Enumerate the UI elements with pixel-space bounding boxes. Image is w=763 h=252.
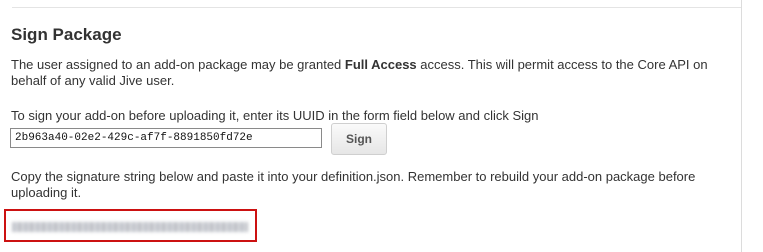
sign-package-panel: Sign Package The user assigned to an add… [0, 0, 742, 252]
divider [12, 7, 741, 8]
sign-instruction: To sign your add-on before uploading it,… [11, 108, 539, 123]
description-prefix: The user assigned to an add-on package m… [11, 57, 345, 72]
section-title: Sign Package [11, 25, 122, 44]
signature-string-blurred [12, 222, 248, 232]
signature-output[interactable] [4, 209, 257, 242]
sign-button[interactable]: Sign [331, 123, 387, 155]
description-bold: Full Access [344, 57, 417, 72]
section-description: The user assigned to an add-on package m… [11, 57, 731, 89]
uuid-input[interactable] [10, 128, 322, 148]
signature-instruction: Copy the signature string below and past… [11, 169, 696, 200]
